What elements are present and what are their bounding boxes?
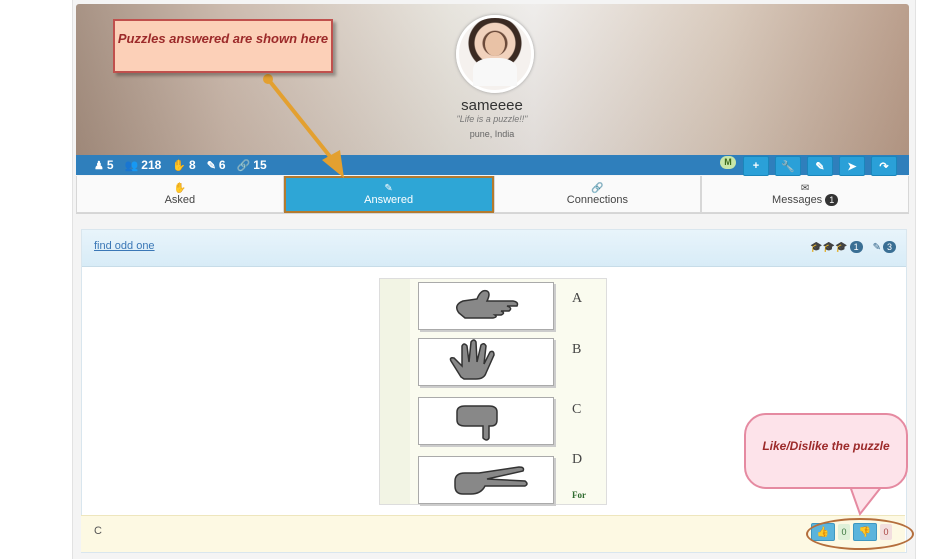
profile-motto: "Life is a puzzle!!": [456, 114, 528, 124]
avatar-body: [473, 58, 517, 86]
avatar[interactable]: [456, 15, 534, 93]
avatar-face: [485, 32, 505, 56]
answered-callout: Puzzles answered are shown here: [113, 19, 333, 73]
answered-arrow: [263, 74, 344, 178]
vote-callout: Like/Dislike the puzzle: [744, 413, 908, 489]
vote-callout-tail: [848, 485, 885, 517]
profile-location: pune, India: [469, 129, 515, 139]
username: sameeee: [461, 97, 523, 114]
